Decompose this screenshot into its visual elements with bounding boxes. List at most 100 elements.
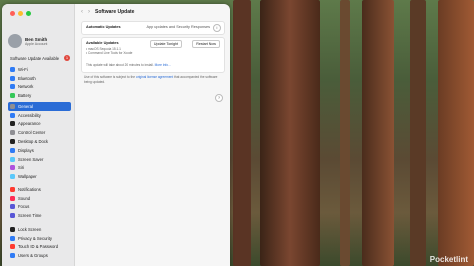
bluetooth-icon [10,75,15,81]
sidebar-item-label: Bluetooth [18,75,36,81]
sidebar-item-label: Screen Time [18,213,42,219]
sidebar-item-siri[interactable]: Siri [8,164,71,173]
user-name: Ben Smith [25,36,48,42]
software-update-banner-label: Software Update Available [10,55,60,61]
sidebar-item-label: Wallpaper [18,174,37,180]
tree-trunk [438,0,474,266]
update-tonight-button[interactable]: Update Tonight [149,40,182,48]
user-subtitle: Apple Account [25,41,48,46]
sidebar-item-label: Desktop & Dock [18,139,49,145]
update-item: • Command Line Tools for Xcode [86,51,133,55]
lock-icon [10,226,15,232]
accessibility-icon [10,112,15,118]
sidebar-item-label: Users & Groups [18,253,48,259]
sidebar-item-notifications[interactable]: Notifications [8,185,71,194]
window-controls [10,11,31,16]
sidebar: Ben Smith Apple Account Software Update … [2,4,75,266]
screensaver-icon [10,156,15,162]
watermark: Pocketlint [429,255,468,264]
sidebar-item-displays[interactable]: Displays [8,146,71,155]
sidebar-item-label: Control Center [18,130,46,136]
close-button[interactable] [10,11,15,16]
info-icon[interactable]: i [213,24,221,32]
sidebar-item-bluetooth[interactable]: Bluetooth [8,74,71,83]
appearance-icon [10,121,15,127]
bell-icon [10,186,15,192]
sidebar-item-label: Battery [18,93,32,99]
restart-now-button[interactable]: Restart Now [192,40,220,48]
siri-icon [10,165,15,171]
license-text-before: Use of this software is subject to the [84,75,136,79]
user-account[interactable]: Ben Smith Apple Account [8,34,47,48]
sidebar-group: Wi-Fi Bluetooth Network Battery [8,65,71,100]
available-updates-title: Available Updates [86,41,119,45]
automatic-updates-label: Automatic Updates [86,25,121,29]
sidebar-item-label: General [18,103,33,109]
sidebar-item-general[interactable]: General [8,102,71,111]
sidebar-item-label: Focus [18,204,30,210]
sidebar-item-control-center[interactable]: Control Center [8,128,71,137]
sidebar-group: Notifications Sound Focus Screen Time [8,185,71,220]
sidebar-item-screen-saver[interactable]: Screen Saver [8,155,71,164]
sidebar-item-battery[interactable]: Battery [8,91,71,100]
tree-trunk [362,0,394,266]
sidebar-item-label: Wi-Fi [18,66,28,72]
sidebar-item-label: Notifications [18,186,41,192]
users-icon [10,253,15,259]
sidebar-item-label: Network [18,84,34,90]
sidebar-item-label: Privacy & Security [18,235,52,241]
license-link[interactable]: original license agreement [136,75,173,79]
settings-window: Ben Smith Apple Account Software Update … [2,4,230,266]
sidebar-item-label: Screen Saver [18,156,44,162]
sidebar-item-appearance[interactable]: Appearance [8,120,71,129]
sidebar-group: Lock Screen Privacy & Security Touch ID & … [8,225,71,260]
tree-trunk [340,0,350,266]
globe-icon [10,84,15,90]
page-title: Software Update [95,9,135,15]
license-text: Use of this software is subject to the o… [84,75,224,84]
sidebar-item-desktop-dock[interactable]: Desktop & Dock [8,137,71,146]
sidebar-item-label: Touch ID & Password [18,244,59,250]
moon-icon [10,204,15,210]
sidebar-item-screen-time[interactable]: Screen Time [8,211,71,220]
automatic-updates-row: Automatic Updates App updates and Securi… [81,21,225,35]
update-badge: 1 [64,55,70,61]
sidebar-item-privacy-security[interactable]: Privacy & Security [8,234,71,243]
sidebar-item-touch-id-password[interactable]: Touch ID & Password [8,243,71,252]
speaker-icon [10,195,15,201]
wifi-icon [10,66,15,72]
tree-trunk [260,0,320,266]
fingerprint-icon [10,244,15,250]
battery-icon [10,93,15,99]
sidebar-item-label: Accessibility [18,112,41,118]
tree-trunk [233,0,251,266]
tree-trunk [410,0,426,266]
toolbar: ‹ › Software Update [81,9,134,15]
dock-icon [10,139,15,145]
sidebar-item-focus[interactable]: Focus [8,203,71,212]
sidebar-item-lock-screen[interactable]: Lock Screen [8,225,71,234]
software-update-banner[interactable]: Software Update Available 1 [10,55,70,61]
sidebar-item-network[interactable]: Network [8,83,71,92]
minimize-button[interactable] [18,11,23,16]
zoom-button[interactable] [26,11,31,16]
forward-chevron-icon[interactable]: › [88,9,90,15]
hand-icon [10,235,15,241]
gear-icon [10,103,15,109]
more-info-link[interactable]: More Info... [155,63,171,67]
sidebar-item-accessibility[interactable]: Accessibility [8,111,71,120]
back-chevron-icon[interactable]: ‹ [81,9,83,15]
sidebar-item-users-groups[interactable]: Users & Groups [8,251,71,260]
automatic-updates-value: App updates and Security Responses [146,25,210,29]
sidebar-item-label: Appearance [18,121,41,127]
sidebar-item-label: Sound [18,195,31,201]
sidebar-item-label: Siri [18,165,25,171]
available-updates-card: Available Updates • macOS Sequoia 15.1.1… [81,37,225,73]
avatar [8,34,22,48]
help-button[interactable]: ? [215,94,223,102]
sidebar-item-wi-fi[interactable]: Wi-Fi [8,65,71,74]
control-center-icon [10,130,15,136]
sidebar-item-sound[interactable]: Sound [8,194,71,203]
sidebar-item-label: Displays [18,147,34,153]
sidebar-item-wallpaper[interactable]: Wallpaper [8,172,71,181]
